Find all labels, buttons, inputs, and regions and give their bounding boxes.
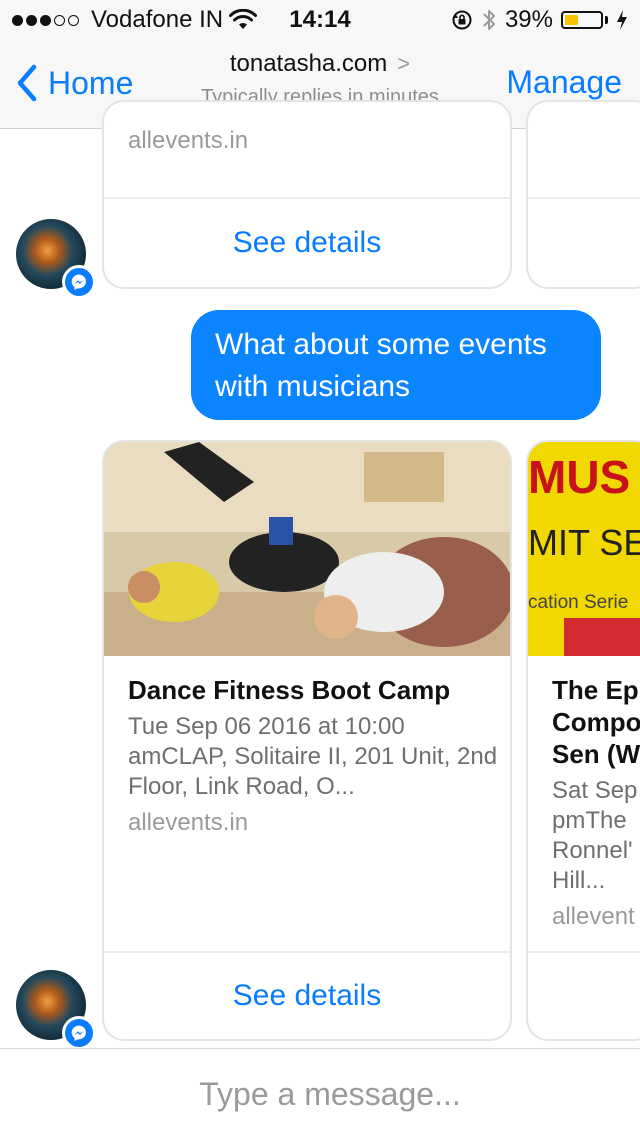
orientation-lock-icon bbox=[452, 10, 472, 30]
event-title: The Ep Compo Sen (W bbox=[552, 675, 640, 769]
battery-percent: 39% bbox=[504, 6, 553, 33]
battery-level bbox=[565, 15, 579, 25]
event-image: MUS MIT SE cation Serie bbox=[528, 442, 640, 656]
bluetooth-icon bbox=[483, 10, 495, 30]
messenger-badge-icon bbox=[62, 1016, 96, 1050]
card-domain: allevents.in bbox=[128, 127, 249, 154]
wifi-icon bbox=[229, 9, 258, 29]
signal-dot bbox=[26, 14, 37, 26]
event-details: Sat Sep pmThe Ronnel' Hill... bbox=[552, 777, 638, 894]
carrier-name: Vodafone IN bbox=[91, 6, 224, 33]
back-label: Home bbox=[48, 64, 134, 101]
messenger-badge-icon bbox=[62, 265, 96, 299]
manage-button[interactable]: Manage bbox=[506, 64, 622, 101]
user-message-bubble[interactable]: What about some events with musicians bbox=[191, 310, 601, 420]
event-card[interactable]: Dance Fitness Boot Camp Tue Sep 06 2016 … bbox=[102, 440, 512, 1041]
message-input[interactable] bbox=[40, 1067, 620, 1121]
event-image bbox=[104, 442, 510, 656]
avatar[interactable] bbox=[16, 970, 96, 1050]
see-details-button[interactable]: See details bbox=[104, 197, 510, 287]
previous-card-next bbox=[526, 100, 640, 289]
back-button[interactable]: Home bbox=[16, 64, 133, 102]
chevron-left-icon bbox=[17, 64, 37, 102]
see-details-button[interactable]: See details bbox=[104, 951, 510, 1039]
status-right: 39% bbox=[451, 6, 628, 34]
event-card[interactable]: MUS MIT SE cation Serie The Ep Compo Sen… bbox=[526, 440, 640, 1041]
chevron-right-icon: > bbox=[397, 51, 411, 76]
event-details: Tue Sep 06 2016 at 10:00 amCLAP, Solitai… bbox=[128, 713, 498, 800]
battery-icon bbox=[561, 11, 608, 29]
event-domain: allevent bbox=[552, 903, 635, 930]
event-image-text: MUS bbox=[528, 451, 631, 503]
message-composer bbox=[0, 1048, 640, 1137]
signal-strength-icon bbox=[12, 14, 79, 26]
event-image-text: MIT SE bbox=[528, 522, 640, 563]
signal-dot bbox=[12, 14, 23, 26]
signal-dot bbox=[68, 14, 79, 26]
status-left: Vodafone IN bbox=[12, 6, 258, 34]
signal-dot bbox=[54, 14, 65, 26]
page-title: tonatasha.com bbox=[229, 50, 388, 77]
event-domain: allevents.in bbox=[128, 809, 249, 836]
signal-dot bbox=[40, 14, 51, 26]
status-bar: Vodafone IN 14:14 39% bbox=[0, 0, 640, 40]
charging-icon bbox=[617, 10, 627, 30]
event-title: Dance Fitness Boot Camp bbox=[128, 675, 451, 705]
previous-card: allevents.in See details bbox=[102, 100, 512, 289]
event-image-text: cation Serie bbox=[528, 592, 629, 613]
avatar[interactable] bbox=[16, 219, 96, 299]
